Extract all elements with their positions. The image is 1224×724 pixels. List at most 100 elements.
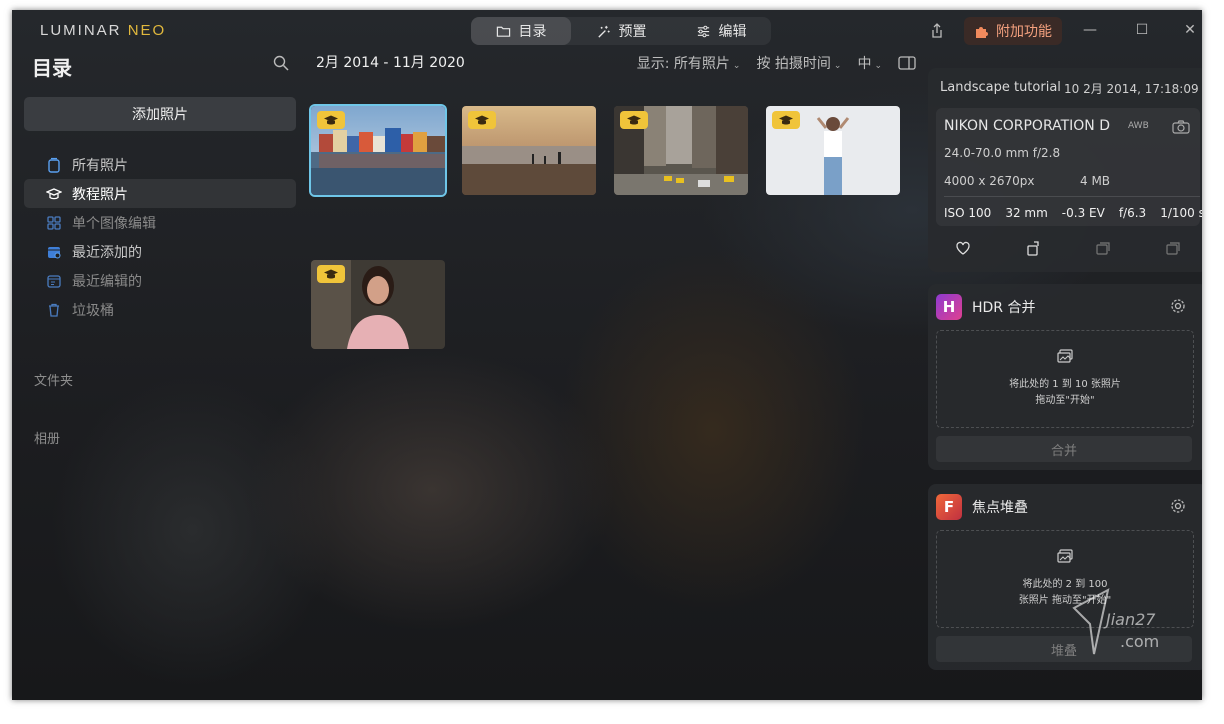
sort-filter-value: 按 拍摄时间 — [756, 56, 831, 72]
sidebar-item-label: 教程照片 — [72, 186, 128, 203]
exif-row: ISO 100 32 mm -0.3 EV f/6.3 1/100 s — [944, 206, 1202, 220]
tab-label: 目录 — [518, 24, 547, 40]
folders-section-label[interactable]: 文件夹 — [34, 370, 73, 389]
graduation-cap-icon — [779, 115, 793, 125]
minimize-button[interactable]: — — [1080, 20, 1100, 40]
drop-zone[interactable]: 将此处的 1 到 10 张照片 拖动至"开始" — [936, 330, 1194, 428]
grid-icon — [47, 215, 61, 230]
compare-icon[interactable] — [1095, 240, 1111, 256]
app-logo: LUMINAR NEO — [40, 22, 166, 39]
watermark: Jian27 .com — [1070, 588, 1190, 668]
sort-filter[interactable]: 按 拍摄时间 ⌄ — [756, 53, 841, 73]
photos-icon — [48, 157, 60, 173]
image-title: Landscape tutorial — [940, 80, 1060, 95]
drop-line-2: 拖动至"开始" — [1035, 395, 1095, 406]
watermark-arrow-icon — [1072, 588, 1110, 655]
white-balance: AWB — [1128, 121, 1149, 131]
albums-section-label[interactable]: 相册 — [34, 428, 60, 447]
info-header: Landscape tutorial 10 2月 2014, 17:18:09 — [940, 80, 1200, 99]
logo-text: LUMINAR — [40, 22, 128, 39]
extension-name: HDR 合并 — [972, 300, 1036, 316]
graduation-cap-icon — [324, 269, 338, 279]
sidebar-item-label: 单个图像编辑 — [72, 215, 156, 232]
graduation-cap-icon — [475, 115, 489, 125]
extension-card-hdr: H HDR 合并 将此处的 1 到 10 张照片 拖动至"开始" 合并 — [928, 284, 1202, 470]
sidebar-item-label: 所有照片 — [72, 157, 128, 174]
share-icon[interactable] — [928, 22, 946, 40]
tutorial-badge — [468, 111, 496, 129]
sliders-icon — [697, 25, 709, 37]
images-icon — [1057, 549, 1073, 563]
sidebar-item-recently-edited[interactable]: 最近编辑的 — [24, 266, 296, 295]
tutorial-badge — [317, 265, 345, 283]
divider — [944, 196, 1200, 197]
sidebar-item-tutorials[interactable]: 教程照片 — [24, 179, 296, 208]
search-icon[interactable] — [272, 54, 290, 72]
hdr-merge-icon: H — [936, 294, 962, 320]
show-filter-value: 所有照片 — [673, 56, 730, 72]
graduation-cap-icon — [46, 187, 62, 199]
folder-icon — [496, 26, 510, 37]
panel-toggle-icon[interactable] — [898, 56, 916, 70]
gallery-header: 2月 2014 - 11月 2020 显示: 所有照片 ⌄ 按 拍摄时间 ⌄ 中 ⌄ — [316, 52, 916, 76]
thumbnail-portrait-white[interactable] — [766, 106, 900, 195]
sidebar-item-all-photos[interactable]: 所有照片 — [24, 150, 296, 179]
lens-info: 24.0-70.0 mm f/2.8 — [944, 146, 1061, 160]
tab-catalog[interactable]: 目录 — [471, 17, 571, 45]
tutorial-badge — [317, 111, 345, 129]
thumbnail-city[interactable] — [614, 106, 748, 195]
focus-stack-icon: F — [936, 494, 962, 520]
sidebar-item-trash[interactable]: 垃圾桶 — [24, 295, 296, 324]
info-card: Landscape tutorial 10 2月 2014, 17:18:09 … — [928, 68, 1202, 272]
tab-label: 编辑 — [718, 24, 747, 40]
copy-icon[interactable] — [1165, 240, 1181, 256]
close-button[interactable]: ✕ — [1180, 20, 1200, 40]
show-filter[interactable]: 显示: 所有照片 ⌄ — [637, 53, 741, 73]
heart-icon[interactable] — [955, 240, 971, 256]
exif-box: NIKON CORPORATION D AWB 24.0-70.0 mm f/2… — [936, 108, 1202, 226]
extension-header: F 焦点堆叠 — [936, 494, 1028, 520]
drop-line-1: 将此处的 1 到 10 张照片 — [1009, 379, 1121, 390]
calendar-add-icon — [48, 246, 61, 258]
merge-button[interactable]: 合并 — [936, 436, 1192, 462]
exif-iso: ISO 100 — [944, 206, 992, 220]
sidebar-item-single-edits[interactable]: 单个图像编辑 — [24, 208, 296, 237]
graduation-cap-icon — [324, 115, 338, 125]
tab-label: 预置 — [618, 24, 647, 40]
watermark-domain: .com — [1120, 632, 1160, 651]
extension-header: H HDR 合并 — [936, 294, 1036, 320]
image-actions — [928, 240, 1202, 256]
rotate-icon[interactable] — [1025, 240, 1041, 256]
gear-icon[interactable] — [1170, 298, 1186, 314]
thumbnail-beach[interactable] — [462, 106, 596, 195]
addons-button[interactable]: 附加功能 — [964, 17, 1062, 45]
gear-icon[interactable] — [1170, 498, 1186, 514]
maximize-button[interactable]: ☐ — [1132, 20, 1152, 40]
file-size: 4 MB — [1080, 174, 1111, 188]
tutorial-badge — [772, 111, 800, 129]
addons-label: 附加功能 — [996, 24, 1052, 40]
page-title: 目录 — [32, 56, 72, 80]
sidebar-nav: 所有照片 教程照片 单个图像编辑 最近添加的 最近编辑的 垃圾桶 — [24, 150, 296, 324]
camera-icon — [1172, 120, 1190, 134]
logo-accent: NEO — [127, 22, 167, 39]
top-bar: LUMINAR NEO 目录 预置 编辑 附加功能 — ☐ ✕ — [12, 10, 1202, 52]
sidebar-item-recently-added[interactable]: 最近添加的 — [24, 237, 296, 266]
exif-focal: 32 mm — [1005, 206, 1048, 220]
drop-instructions: 将此处的 1 到 10 张照片 拖动至"开始" — [937, 377, 1193, 409]
camera-model: NIKON CORPORATION D — [944, 118, 1110, 134]
gallery-filters: 显示: 所有照片 ⌄ 按 拍摄时间 ⌄ 中 ⌄ — [637, 53, 916, 73]
thumbnail-landscape[interactable] — [311, 106, 445, 195]
thumb-size-value: 中 — [857, 56, 872, 72]
calendar-edit-icon — [47, 274, 61, 288]
trash-icon — [49, 303, 59, 317]
exif-ev: -0.3 EV — [1061, 206, 1105, 220]
extension-name: 焦点堆叠 — [972, 500, 1028, 516]
thumbnail-portrait-pink[interactable] — [311, 260, 445, 349]
tab-presets[interactable]: 预置 — [571, 17, 671, 45]
sidebar-item-label: 最近添加的 — [72, 244, 142, 261]
add-photos-button[interactable]: 添加照片 — [24, 97, 296, 131]
tab-edit[interactable]: 编辑 — [671, 17, 771, 45]
resolution: 4000 x 2670px — [944, 174, 1035, 188]
thumb-size-filter[interactable]: 中 ⌄ — [857, 53, 882, 73]
